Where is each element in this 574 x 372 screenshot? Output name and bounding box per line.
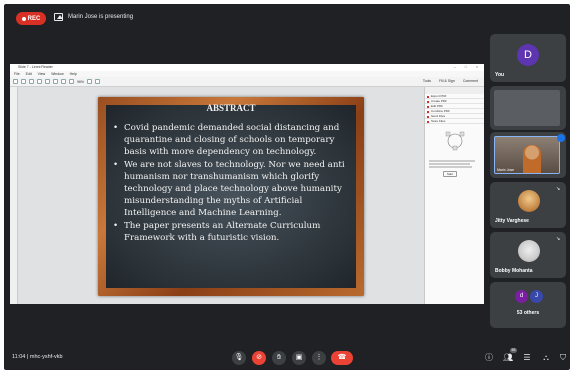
shared-document-area: ABSTRACT Covid pandemic demanded social …: [18, 87, 424, 304]
people-button[interactable]: 👥︎: [503, 353, 513, 363]
record-dot-icon: [21, 16, 26, 21]
mic-button[interactable]: 🎙︎: [232, 351, 246, 365]
others-count-label: 53 others: [516, 310, 540, 316]
workflow-diagram-icon: [445, 131, 465, 151]
participant-name: Jitty Varghese: [495, 218, 529, 224]
hang-up-icon: ☎︎: [337, 354, 347, 361]
hand-icon: ✋︎: [277, 354, 281, 361]
avatar: [518, 190, 540, 212]
zoom-out-icon: [61, 79, 66, 84]
zoom-in-icon: [69, 79, 74, 84]
fit-page-icon: [87, 79, 93, 84]
meeting-code: mhc-yshf-vkb: [29, 354, 63, 360]
panel-start-button: Start: [443, 171, 457, 177]
more-vert-icon: ⋮: [315, 354, 323, 361]
chat-button[interactable]: ☰: [522, 353, 532, 363]
shared-app-toolbar: 96% Tools Fill & Sign Comment: [10, 77, 484, 87]
shield-icon: ⛉: [560, 353, 566, 362]
camera-off-icon: ⊘: [256, 354, 262, 361]
slide-bullet: Covid pandemic demanded social distancin…: [112, 122, 352, 158]
participant-tile-others[interactable]: d J 53 others: [490, 282, 566, 328]
presenter-video: [523, 145, 541, 173]
separator: |: [26, 354, 29, 360]
fill-sign-link: Fill & Sign: [439, 79, 455, 83]
shared-screen: Slide 7 - Leoni Reader – □ × File Edit V…: [10, 64, 484, 304]
meet-window: REC Marin Jose is presenting Slide 7 - L…: [4, 4, 570, 370]
avatar: d: [515, 290, 528, 303]
leave-call-button[interactable]: ☎︎: [331, 351, 353, 365]
rec-label: REC: [27, 15, 41, 22]
panel-item: Store Files: [425, 119, 484, 124]
host-controls-button[interactable]: ⛉: [558, 353, 568, 363]
camera-off-button[interactable]: ⊘: [252, 351, 266, 365]
recording-badge: REC: [16, 12, 46, 25]
toolbar-right-links: Tools Fill & Sign Comment: [423, 79, 478, 83]
raise-hand-button[interactable]: ✋︎: [272, 351, 286, 365]
tools-link: Tools: [422, 79, 432, 83]
panel-tabs: [425, 87, 484, 94]
meeting-details: 11:04 | mhc-yshf-vkb: [12, 354, 63, 360]
participant-tile-bobby[interactable]: ↘ Bobby Mohanta: [490, 232, 566, 278]
slide-bullet-list: Covid pandemic demanded social distancin…: [112, 122, 352, 245]
clock-time: 11:04: [12, 354, 26, 360]
comment-link: Comment: [462, 79, 478, 83]
mic-icon: 🎙︎: [234, 354, 244, 361]
info-icon: ⓘ: [485, 353, 493, 362]
participant-name: Marin Jose: [497, 168, 515, 172]
panel-description: [425, 157, 484, 171]
avatar: J: [530, 290, 543, 303]
slide-bullet: We are not slaves to technology. Nor we …: [112, 159, 352, 219]
open-icon: [13, 79, 18, 84]
mic-off-icon: ↘: [556, 236, 561, 242]
avatar: D: [517, 44, 539, 66]
participants-count-badge: 55: [510, 348, 517, 353]
shared-app-titlebar: Slide 7 - Leoni Reader – □ ×: [10, 64, 484, 71]
avatar: [518, 240, 540, 262]
comment-icon: [95, 79, 101, 84]
speaking-indicator-icon: [557, 134, 565, 142]
participant-name: You: [495, 72, 505, 78]
save-icon: [21, 79, 26, 84]
bottom-bar: 11:04 | mhc-yshf-vkb 🎙︎ ⊘ ✋︎ ▣ ⋮ ☎︎ ⓘ 👥︎…: [4, 348, 570, 370]
people-icon: 👥︎: [503, 353, 514, 362]
meeting-info-button[interactable]: ⓘ: [484, 353, 494, 363]
slide-bullet: The paper presents an Alternate Curricul…: [112, 220, 352, 244]
presenter-camera: Marin Jose: [494, 136, 560, 174]
slide-title: ABSTRACT: [206, 103, 256, 113]
zoom-level: 96%: [77, 79, 85, 84]
participant-tile-placeholder: [490, 86, 566, 130]
shared-app-left-rail: [10, 87, 18, 304]
window-controls: – □ ×: [454, 64, 478, 71]
next-page-icon: [53, 79, 58, 84]
mail-icon: [37, 79, 42, 84]
slide-chalkboard: ABSTRACT Covid pandemic demanded social …: [106, 103, 356, 288]
presenting-indicator: Marin Jose is presenting: [54, 13, 133, 21]
present-screen-icon: [54, 13, 63, 21]
minimize-icon: –: [453, 65, 456, 69]
participant-tile-jitty[interactable]: ↘ Jitty Varghese: [490, 182, 566, 228]
shared-app-title: Slide 7 - Leoni Reader: [18, 65, 53, 69]
chat-icon: ☰: [523, 353, 531, 362]
participant-tile-you[interactable]: D You: [490, 34, 566, 82]
slide-frame: ABSTRACT Covid pandemic demanded social …: [98, 97, 364, 296]
activities-icon: ⛬: [543, 353, 549, 362]
activities-button[interactable]: ⛬: [541, 353, 551, 363]
prev-page-icon: [45, 79, 50, 84]
present-button[interactable]: ▣: [292, 351, 306, 365]
print-icon: [29, 79, 34, 84]
mic-off-icon: ↘: [556, 186, 561, 192]
shared-app-tools-panel: Export PDF Create PDF Edit PDF Combine P…: [424, 87, 484, 304]
more-options-button[interactable]: ⋮: [312, 351, 326, 365]
maximize-icon: □: [464, 65, 467, 69]
close-icon: ×: [475, 65, 478, 69]
participant-name: Bobby Mohanta: [495, 268, 533, 274]
participant-tile-presenter[interactable]: Marin Jose: [490, 132, 566, 178]
present-screen-icon: ▣: [295, 354, 303, 361]
presenting-text: Marin Jose is presenting: [68, 14, 134, 20]
tile-thumbnail: [494, 90, 560, 126]
